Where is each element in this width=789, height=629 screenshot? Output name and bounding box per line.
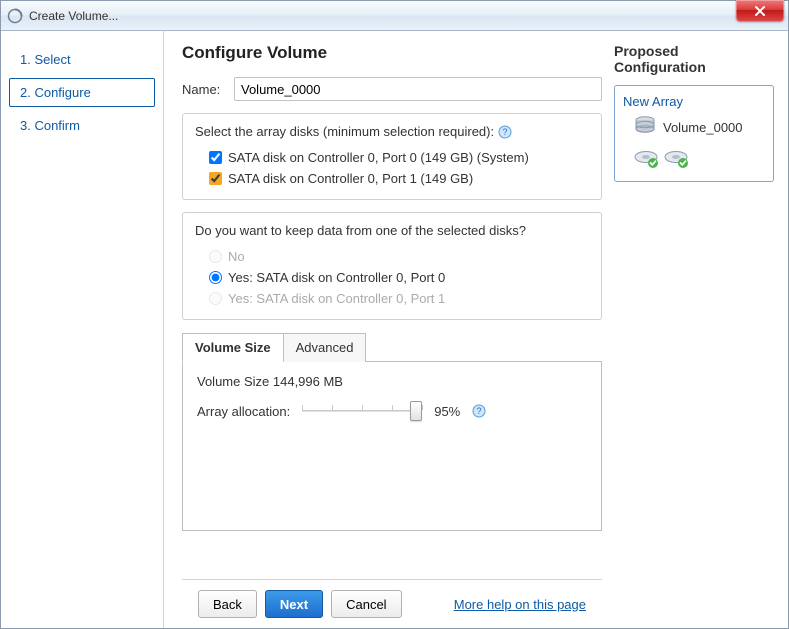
more-help-link[interactable]: More help on this page [454,597,586,612]
close-button[interactable] [736,0,784,22]
name-row: Name: [182,77,602,101]
tab-volume-size-body: Volume Size 144,996 MB Array allocation: [182,361,602,531]
next-button[interactable]: Next [265,590,323,618]
center-column: Configure Volume Name: Select the array … [182,43,602,628]
help-icon[interactable]: ? [498,125,512,139]
slider-thumb[interactable] [410,401,422,421]
allocation-row: Array allocation: 95% [197,399,587,423]
proposed-heading: Proposed Configuration [614,43,774,75]
proposed-config-box: New Array Volume_0000 [614,85,774,182]
keep-data-no-label: No [228,249,245,264]
help-icon[interactable]: ? [472,404,486,418]
cancel-button[interactable]: Cancel [331,590,401,618]
tab-volume-size[interactable]: Volume Size [182,333,284,362]
step-select[interactable]: 1. Select [9,45,155,74]
svg-text:?: ? [477,406,482,416]
array-label: New Array [623,94,765,109]
svg-text:?: ? [503,127,508,137]
disk-selection-prompt: Select the array disks (minimum selectio… [195,124,589,139]
tab-bar: Volume Size Advanced [182,332,602,361]
name-label: Name: [182,82,234,97]
window-body: 1. Select 2. Configure 3. Confirm Config… [1,31,788,628]
tab-advanced[interactable]: Advanced [283,333,367,362]
keep-data-yes-port0-radio[interactable] [209,271,222,284]
disk-0-label: SATA disk on Controller 0, Port 0 (149 G… [228,150,529,165]
keep-data-yes-port1: Yes: SATA disk on Controller 0, Port 1 [195,288,589,309]
close-icon [754,5,766,17]
proposed-volume-name: Volume_0000 [663,120,743,135]
step-configure[interactable]: 2. Configure [9,78,155,107]
proposed-volume: Volume_0000 [623,115,765,140]
keep-data-yes-port0-label: Yes: SATA disk on Controller 0, Port 0 [228,270,445,285]
allocation-value: 95% [434,404,460,419]
disk-selection-panel: Select the array disks (minimum selectio… [182,113,602,200]
disk-prompt-text: Select the array disks (minimum selectio… [195,124,494,139]
window-title: Create Volume... [29,9,118,23]
app-icon [7,8,23,24]
disk-1-checkbox[interactable] [209,172,222,185]
titlebar: Create Volume... [1,1,788,31]
proposed-config-column: Proposed Configuration New Array V [614,43,774,628]
create-volume-window: Create Volume... 1. Select 2. Configure … [0,0,789,629]
disk-0[interactable]: SATA disk on Controller 0, Port 0 (149 G… [195,147,589,168]
slider-track [302,410,422,413]
allocation-label: Array allocation: [197,404,290,419]
disk-1-label: SATA disk on Controller 0, Port 1 (149 G… [228,171,473,186]
wizard-steps: 1. Select 2. Configure 3. Confirm [1,31,164,628]
back-button[interactable]: Back [198,590,257,618]
keep-data-no: No [195,246,589,267]
keep-data-yes-port1-label: Yes: SATA disk on Controller 0, Port 1 [228,291,445,306]
volume-size-text: Volume Size 144,996 MB [197,374,587,389]
page-title: Configure Volume [182,43,602,63]
volume-stack-icon [633,115,657,140]
keep-data-yes-port0[interactable]: Yes: SATA disk on Controller 0, Port 0 [195,267,589,288]
keep-data-no-radio [209,250,222,263]
disk-ok-icon [633,148,659,171]
step-confirm[interactable]: 3. Confirm [9,111,155,140]
main-area: Configure Volume Name: Select the array … [164,31,788,628]
disk-ok-icon [663,148,689,171]
disk-0-checkbox[interactable] [209,151,222,164]
volume-size-section: Volume Size Advanced Volume Size 144,996… [182,332,602,531]
proposed-disk-icons [623,148,765,171]
volume-name-input[interactable] [234,77,602,101]
keep-data-yes-port1-radio [209,292,222,305]
keep-data-prompt: Do you want to keep data from one of the… [195,223,589,238]
keep-data-panel: Do you want to keep data from one of the… [182,212,602,320]
footer: Back Next Cancel More help on this page [182,579,602,628]
disk-1[interactable]: SATA disk on Controller 0, Port 1 (149 G… [195,168,589,189]
allocation-slider[interactable] [302,399,422,423]
